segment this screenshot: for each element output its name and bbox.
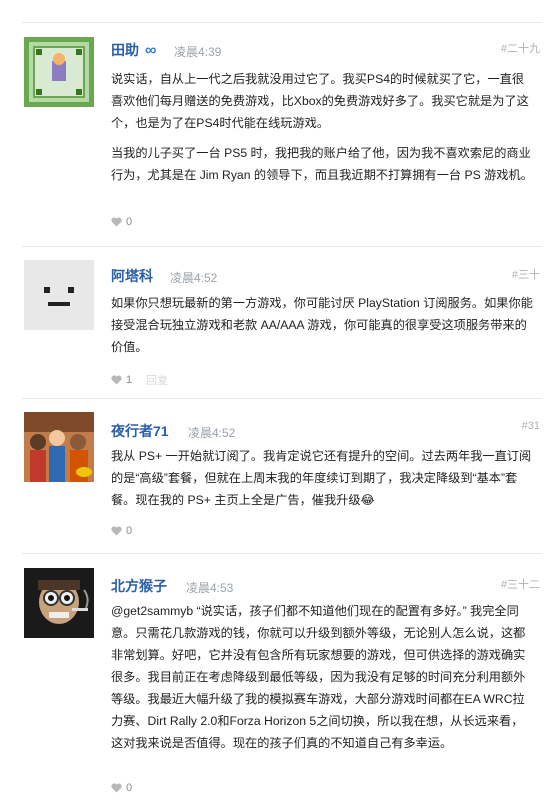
like-count: 0 <box>126 525 133 537</box>
divider <box>22 246 542 247</box>
post-body: @get2sammyb “说实话，孩子们都不知道他们现在的配置有多好。” 我完全… <box>111 600 535 762</box>
zelda-avatar-icon <box>24 37 94 107</box>
skull-avatar-icon <box>24 568 94 638</box>
post-paragraph: 我从 PS+ 一开始就订阅了。我肯定说它还有提升的空间。过去两年我一直订阅的是“… <box>111 449 532 507</box>
post-time[interactable]: 凌晨4:53 <box>186 579 233 596</box>
post-time[interactable]: 凌晨4:52 <box>188 424 235 441</box>
post-author[interactable]: 阿塔科 <box>111 266 153 286</box>
like-button[interactable]: 0 <box>111 216 132 228</box>
heart-icon <box>111 375 122 385</box>
like-count: 0 <box>126 782 133 794</box>
like-button[interactable]: 0 <box>111 782 132 794</box>
avatar[interactable] <box>24 37 94 107</box>
author-name[interactable]: 田助 <box>111 42 139 58</box>
post-author[interactable]: 北方猴子 <box>111 576 167 596</box>
post-paragraph: 当我的儿子买了一台 PS5 时，我把我的账户给了他，因为我不喜欢索尼的商业行为，… <box>111 146 533 182</box>
heart-icon <box>111 526 122 536</box>
heart-icon <box>111 217 122 227</box>
divider <box>22 22 542 23</box>
avatar[interactable] <box>24 412 94 482</box>
post-body: 我从 PS+ 一开始就订阅了。我肯定说它还有提升的空间。过去两年我一直订阅的是“… <box>111 445 535 519</box>
post-author[interactable]: 夜行者71 <box>111 421 169 441</box>
post-body: 如果你只想玩最新的第一方游戏，你可能讨厌 PlayStation 订阅服务。如果… <box>111 292 535 366</box>
reply-link[interactable]: 回复 <box>146 372 168 388</box>
post-number[interactable]: #三十 <box>512 266 540 282</box>
like-count: 1 <box>126 374 133 386</box>
post-number[interactable]: #31 <box>522 420 540 432</box>
post-time[interactable]: 凌晨4:39 <box>174 43 221 60</box>
like-count: 0 <box>126 216 133 228</box>
post-paragraph: 说实话，自从上一代之后我就没用过它了。我买PS4的时候就买了它，一直很喜欢他们每… <box>111 72 529 130</box>
divider <box>22 553 542 554</box>
post-number[interactable]: #二十九 <box>501 40 540 56</box>
post-paragraph: @get2sammyb “说实话，孩子们都不知道他们现在的配置有多好。” 我完全… <box>111 604 526 750</box>
avatar[interactable] <box>24 568 94 638</box>
divider <box>22 398 542 399</box>
post-paragraph: 如果你只想玩最新的第一方游戏，你可能讨厌 PlayStation 订阅服务。如果… <box>111 296 533 354</box>
like-button[interactable]: 1 回复 <box>111 372 168 388</box>
post-body: 说实话，自从上一代之后我就没用过它了。我买PS4的时候就买了它，一直很喜欢他们每… <box>111 68 535 194</box>
post-number[interactable]: #三十二 <box>501 576 540 592</box>
avatar[interactable] <box>24 260 94 330</box>
like-button[interactable]: 0 <box>111 525 132 537</box>
post-time[interactable]: 凌晨4:52 <box>170 269 217 286</box>
infinity-badge-icon: ∞ <box>145 42 157 59</box>
post-author[interactable]: 田助 ∞ <box>111 40 156 60</box>
group-photo-avatar-icon <box>24 412 94 482</box>
heart-icon <box>111 783 122 793</box>
face-avatar-icon <box>24 260 94 330</box>
